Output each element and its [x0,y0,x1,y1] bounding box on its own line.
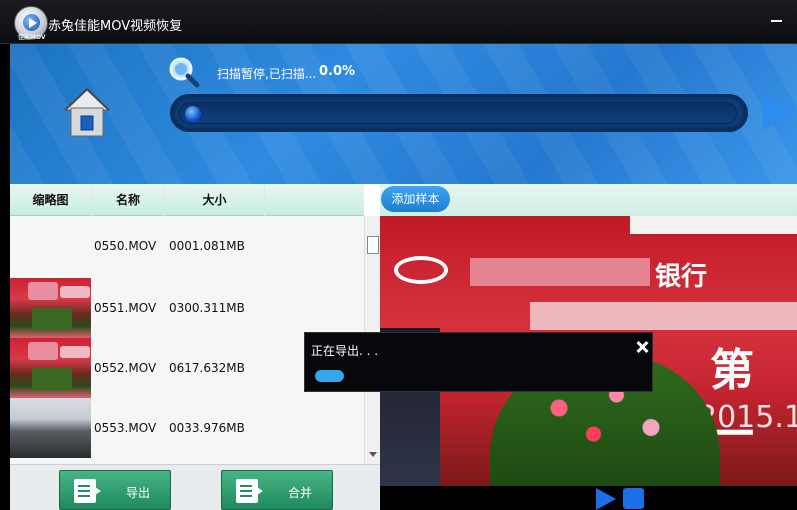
export-arrow-icon [92,485,101,497]
row-file-name: 0552.MOV [94,361,157,375]
dialog-progress-indicator [315,370,344,382]
action-bar: 导出 合并 [10,464,380,510]
magnifier-icon [168,56,200,88]
row-file-size: 0001.081MB [169,239,245,253]
merge-arrow-icon [254,485,263,497]
table-row[interactable]: 0551.MOV 0300.311MB [10,278,364,338]
progress-track [179,102,737,124]
player-controls [380,486,797,510]
arrow-right-icon[interactable] [763,96,795,130]
minimize-button[interactable] [769,10,785,24]
bank-logo-icon [394,256,448,284]
logo-play-glyph [29,18,37,28]
dialog-message: 正在导出. . . [311,344,379,358]
progress-knob[interactable] [185,106,201,122]
column-header-name[interactable]: 名称 [92,184,165,216]
merge-button[interactable]: 合并 [221,470,333,510]
scan-percent: 0.0% [319,64,356,79]
scan-header: 扫描暂停,已扫描... 0.0% [10,44,797,184]
home-icon [64,88,110,137]
add-sample-button[interactable]: 添加样本 [381,186,450,212]
row-file-name: 0551.MOV [94,301,157,315]
window-title: 赤兔佳能MOV视频恢复 [48,19,183,34]
row-thumbnail [10,398,91,458]
scrollbar-thumb[interactable] [367,236,379,254]
row-file-name: 0553.MOV [94,421,157,435]
row-thumbnail [10,216,91,276]
row-file-size: 0617.632MB [169,361,245,375]
row-file-size: 0300.311MB [169,301,245,315]
scan-progress-bar [170,94,748,132]
export-button-label: 导出 [126,486,151,500]
table-row[interactable]: 0550.MOV 0001.081MB [10,216,364,276]
row-file-name: 0550.MOV [94,239,157,253]
banner-big-text: 第一 [710,345,754,460]
play-icon[interactable] [596,488,616,510]
preview-toolbar: 添加样本 [380,184,797,216]
stop-icon[interactable] [623,488,644,509]
column-header-thumbnail[interactable]: 缩略图 [10,184,92,216]
title-bar: 佳能MOV 赤兔佳能MOV视频恢复 [0,0,797,44]
close-icon[interactable] [635,340,649,354]
row-thumbnail [10,338,91,398]
logo-caption: 佳能MOV [18,34,46,41]
export-button[interactable]: 导出 [59,470,171,510]
table-header: 缩略图 名称 大小 [10,184,364,216]
table-row[interactable]: 0553.MOV 0033.976MB [10,398,364,458]
export-dialog: 正在导出. . . [304,332,653,392]
home-button[interactable] [62,86,112,138]
merge-button-label: 合并 [288,486,313,500]
row-thumbnail [10,278,91,338]
blurred-banner-subtitle [530,302,797,330]
blurred-banner-text [470,258,650,286]
row-file-size: 0033.976MB [169,421,245,435]
app-logo-icon: 佳能MOV [14,6,48,41]
banner-top-strip [630,216,797,234]
column-header-size[interactable]: 大小 [165,184,265,216]
scroll-down-arrow-icon[interactable] [369,452,377,457]
scan-status-text: 扫描暂停,已扫描... [217,67,317,81]
banner-text: 银行 [655,262,708,292]
